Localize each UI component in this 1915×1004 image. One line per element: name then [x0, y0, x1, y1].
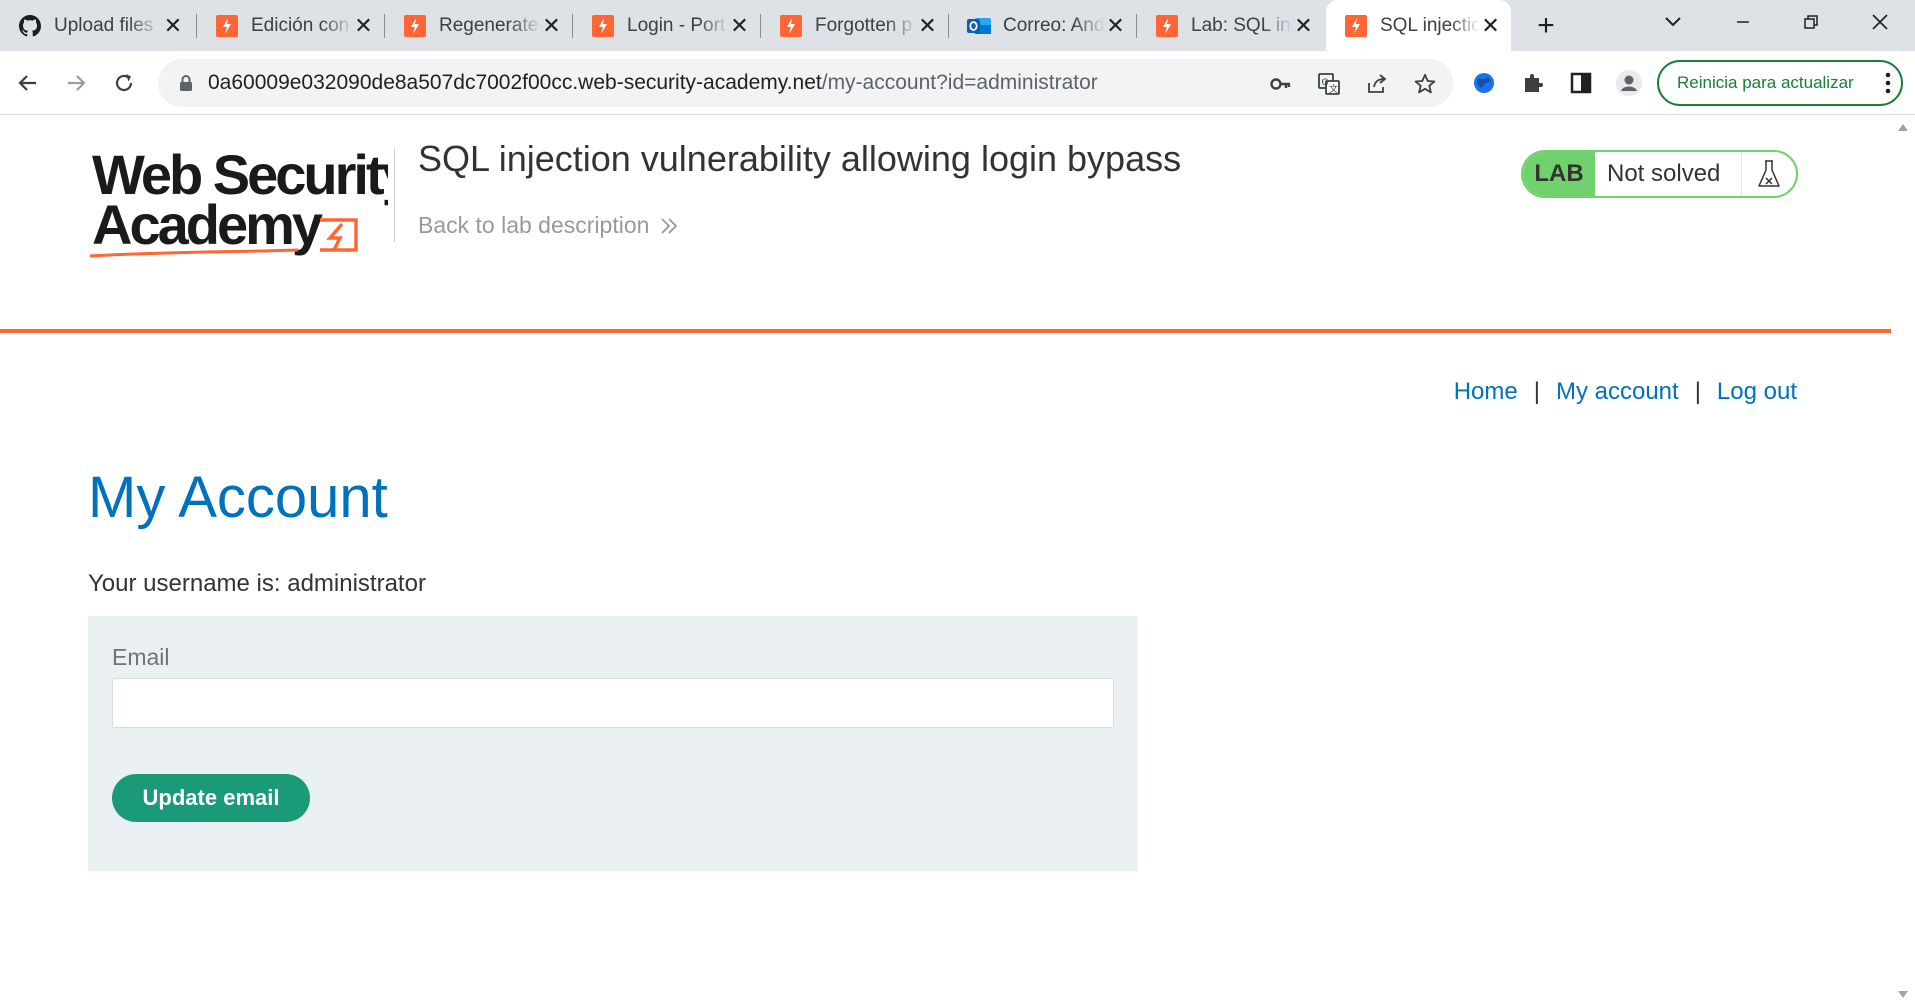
browser-tab[interactable]: Regenerate ✕	[385, 0, 572, 51]
chevron-down-icon	[1665, 17, 1681, 27]
account-nav: Home | My account | Log out	[1454, 378, 1797, 406]
close-icon[interactable]: ✕	[729, 14, 750, 37]
svg-text:文: 文	[1329, 83, 1338, 95]
browser-tabstrip: Upload files ✕ Edición con ✕ Regenerate …	[0, 0, 1915, 51]
portswigger-icon	[591, 14, 615, 38]
restart-to-update-label: Reinicia para actualizar	[1677, 73, 1854, 92]
lab-status-text: Not solved	[1595, 152, 1742, 196]
nav-log-out-link[interactable]: Log out	[1717, 378, 1797, 406]
browser-tab-active[interactable]: SQL injectio ✕	[1326, 0, 1511, 51]
browser-tab[interactable]: Login - Port ✕	[573, 0, 760, 51]
nav-separator: |	[1533, 378, 1540, 405]
svg-text:G: G	[1322, 78, 1329, 88]
minimize-icon	[1737, 21, 1749, 23]
profile-avatar-icon[interactable]	[1611, 65, 1647, 101]
vertical-scrollbar[interactable]	[1891, 116, 1915, 1004]
back-to-lab-description-link[interactable]: Back to lab description	[418, 212, 679, 239]
scroll-up-arrow-icon[interactable]	[1898, 124, 1908, 131]
github-icon	[18, 14, 42, 38]
close-icon	[1872, 14, 1888, 30]
lab-tag: LAB	[1523, 152, 1595, 196]
browser-tab[interactable]: Correo: And ✕	[949, 0, 1136, 51]
email-input[interactable]	[112, 678, 1114, 728]
double-chevron-right-icon	[659, 216, 679, 236]
browser-tab[interactable]: Lab: SQL inj ✕	[1137, 0, 1324, 51]
close-icon[interactable]: ✕	[1480, 14, 1501, 37]
restart-to-update-button[interactable]: Reinicia para actualizar	[1657, 60, 1903, 106]
arrow-right-icon	[68, 75, 86, 91]
browser-tab[interactable]: Upload files ✕	[0, 0, 194, 51]
extension-globe-icon[interactable]	[1466, 65, 1502, 101]
close-icon[interactable]: ✕	[1105, 14, 1126, 37]
reload-icon	[115, 74, 133, 92]
back-button[interactable]	[10, 65, 46, 101]
url-host: 0a60009e032090de8a507dc7002f00cc.web-sec…	[208, 71, 822, 94]
web-security-academy-logo[interactable]: Web Security Academy	[88, 143, 416, 276]
restore-icon	[1804, 15, 1818, 29]
close-icon[interactable]: ✕	[353, 14, 374, 37]
puzzle-icon[interactable]	[1515, 65, 1551, 101]
restore-button[interactable]	[1787, 4, 1835, 40]
portswigger-icon	[1344, 14, 1368, 38]
username-text: Your username is: administrator	[88, 570, 426, 597]
lab-status-widget: LAB Not solved	[1521, 150, 1798, 198]
new-tab-button[interactable]: +	[1530, 9, 1562, 42]
close-icon[interactable]: ✕	[917, 14, 938, 37]
close-window-button[interactable]	[1856, 4, 1904, 40]
side-panel-icon[interactable]	[1563, 65, 1599, 101]
portswigger-icon	[779, 14, 803, 38]
browser-toolbar: 0a60009e032090de8a507dc7002f00cc.web-sec…	[0, 51, 1915, 115]
lock-icon[interactable]	[176, 73, 196, 93]
svg-text:Academy: Academy	[92, 193, 323, 256]
page-viewport: Web Security Academy SQL injection vulne…	[0, 116, 1891, 1004]
portswigger-icon	[403, 14, 427, 38]
portswigger-icon	[1155, 14, 1179, 38]
flask-icon	[1742, 152, 1796, 196]
forward-button[interactable]	[58, 65, 94, 101]
nav-my-account-link[interactable]: My account	[1556, 378, 1679, 406]
tab-search-button[interactable]	[1649, 4, 1697, 40]
reload-button[interactable]	[106, 65, 142, 101]
tab-title: Login - Port	[627, 14, 726, 36]
tab-title: Correo: And	[1003, 14, 1105, 36]
tab-title: Lab: SQL inj	[1191, 14, 1293, 36]
back-link-label: Back to lab description	[418, 212, 650, 238]
email-label: Email	[112, 644, 170, 670]
update-email-form: Email Update email	[88, 616, 1138, 871]
close-icon[interactable]: ✕	[162, 14, 184, 37]
nav-home-link[interactable]: Home	[1454, 378, 1518, 406]
tab-title: Forgotten p	[815, 14, 913, 36]
key-icon[interactable]	[1268, 71, 1294, 97]
scroll-down-arrow-icon[interactable]	[1898, 991, 1908, 998]
tab-title: SQL injectio	[1380, 14, 1481, 36]
minimize-button[interactable]	[1719, 4, 1767, 40]
tab-title: Edición con	[251, 14, 350, 36]
page-title: My Account	[88, 465, 388, 530]
translate-icon[interactable]: G文	[1316, 71, 1342, 97]
header-accent-rule	[0, 329, 1891, 333]
outlook-icon	[967, 14, 991, 38]
more-vert-icon	[1885, 72, 1891, 94]
close-icon[interactable]: ✕	[1293, 14, 1314, 37]
url-path: /my-account?id=administrator	[821, 71, 1098, 94]
share-icon[interactable]	[1364, 71, 1390, 97]
tab-title: Upload files	[54, 14, 154, 36]
nav-separator: |	[1694, 378, 1701, 405]
browser-tab[interactable]: Edición con ✕	[197, 0, 384, 51]
arrow-left-icon	[18, 75, 36, 91]
address-bar[interactable]: 0a60009e032090de8a507dc7002f00cc.web-sec…	[158, 59, 1453, 107]
star-icon[interactable]	[1412, 71, 1438, 97]
update-email-button[interactable]: Update email	[112, 774, 310, 822]
header-divider	[394, 148, 395, 242]
browser-tab[interactable]: Forgotten p ✕	[761, 0, 948, 51]
close-icon[interactable]: ✕	[541, 14, 562, 37]
lab-title: SQL injection vulnerability allowing log…	[418, 138, 1182, 179]
portswigger-icon	[215, 14, 239, 38]
tab-title: Regenerate	[439, 14, 539, 36]
url-text[interactable]: 0a60009e032090de8a507dc7002f00cc.web-sec…	[208, 71, 1098, 95]
